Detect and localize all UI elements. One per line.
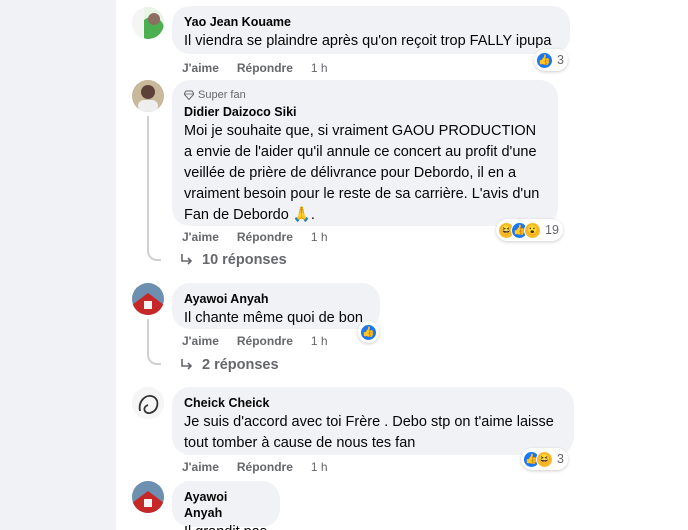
thread-line <box>147 319 149 353</box>
avatar[interactable] <box>132 481 164 513</box>
reply-button[interactable]: Répondre <box>237 334 293 348</box>
reaction-count: 3 <box>557 53 564 67</box>
reaction-summary[interactable]: 👍 😆 3 <box>521 448 568 470</box>
comment-timestamp[interactable]: 1 h <box>311 61 328 75</box>
comment-actions: J'aime Répondre 1 h <box>182 460 346 474</box>
comment-text: Il grandit pas <box>184 522 268 530</box>
like-button[interactable]: J'aime <box>182 460 219 474</box>
comment-bubble: Super fan Didier Daizoco Siki Moi je sou… <box>172 80 558 226</box>
comments-panel[interactable]: Yao Jean Kouame Il viendra se plaindre a… <box>116 0 688 530</box>
replies-label: 10 réponses <box>202 252 287 268</box>
avatar[interactable] <box>132 387 164 419</box>
reply-button[interactable]: Répondre <box>237 61 293 75</box>
haha-icon: 😆 <box>536 450 553 468</box>
comment-actions: J'aime Répondre 1 h <box>182 230 346 244</box>
reply-arrow-icon <box>181 359 193 370</box>
comment-author[interactable]: Didier Daizoco Siki <box>184 104 546 120</box>
reaction-summary[interactable]: 👍 3 <box>534 49 568 71</box>
reply-button[interactable]: Répondre <box>237 460 293 474</box>
avatar[interactable] <box>132 7 164 39</box>
comment-author[interactable]: Ayawoi Anyah <box>184 291 368 307</box>
avatar[interactable] <box>132 283 164 315</box>
comment-timestamp[interactable]: 1 h <box>311 460 328 474</box>
comment-bubble: Cheick Cheick Je suis d'accord avec toi … <box>172 387 574 455</box>
avatar-image <box>132 80 164 112</box>
comment-bubble: Yao Jean Kouame Il viendra se plaindre a… <box>172 6 570 54</box>
view-replies-link[interactable]: 2 réponses <box>180 357 279 373</box>
thread-connector <box>147 247 161 261</box>
comment-text: Il viendra se plaindre après qu'on reçoi… <box>184 33 552 49</box>
comment-text: Moi je souhaite que, si vraiment GAOU PR… <box>184 123 540 223</box>
comment-actions: J'aime Répondre 1 h <box>182 61 346 75</box>
like-button[interactable]: J'aime <box>182 61 219 75</box>
avatar[interactable] <box>132 80 164 112</box>
like-button[interactable]: J'aime <box>182 334 219 348</box>
comment-author[interactable]: Yao Jean Kouame <box>184 14 558 30</box>
replies-label: 2 réponses <box>202 357 279 373</box>
comment-actions: J'aime Répondre 1 h <box>182 334 346 348</box>
thread-line <box>147 116 149 249</box>
comment-bubble: Ayawoi Anyah Il grandit pas <box>172 481 280 530</box>
comment-author[interactable]: Ayawoi Anyah <box>184 489 268 521</box>
wow-icon: 😮 <box>524 221 541 239</box>
diamond-icon <box>184 90 194 100</box>
reply-button[interactable]: Répondre <box>237 230 293 244</box>
reaction-count: 19 <box>545 223 559 237</box>
like-button[interactable]: J'aime <box>182 230 219 244</box>
like-icon: 👍 <box>360 323 377 341</box>
comment-text: Il chante même quoi de bon <box>184 310 363 326</box>
avatar-image <box>132 7 164 39</box>
comment-timestamp[interactable]: 1 h <box>311 230 328 244</box>
page-left-margin <box>0 0 116 530</box>
avatar-image <box>132 283 164 315</box>
avatar-image <box>132 387 164 419</box>
thread-connector <box>147 351 161 365</box>
view-replies-link[interactable]: 10 réponses <box>180 252 287 268</box>
badge-label: Super fan <box>198 89 246 101</box>
super-fan-badge[interactable]: Super fan <box>184 88 546 102</box>
reaction-count: 3 <box>557 452 564 466</box>
reaction-summary[interactable]: 😆 👍 😮 19 <box>496 219 563 241</box>
reaction-summary[interactable]: 👍 <box>358 321 379 343</box>
avatar-image <box>132 481 164 513</box>
comment-text: Je suis d'accord avec toi Frère . Debo s… <box>184 414 554 451</box>
like-icon: 👍 <box>536 51 553 69</box>
reply-arrow-icon <box>181 254 193 265</box>
comment-timestamp[interactable]: 1 h <box>311 334 328 348</box>
comment-bubble: Ayawoi Anyah Il chante même quoi de bon <box>172 283 380 329</box>
comment-author[interactable]: Cheick Cheick <box>184 395 562 411</box>
